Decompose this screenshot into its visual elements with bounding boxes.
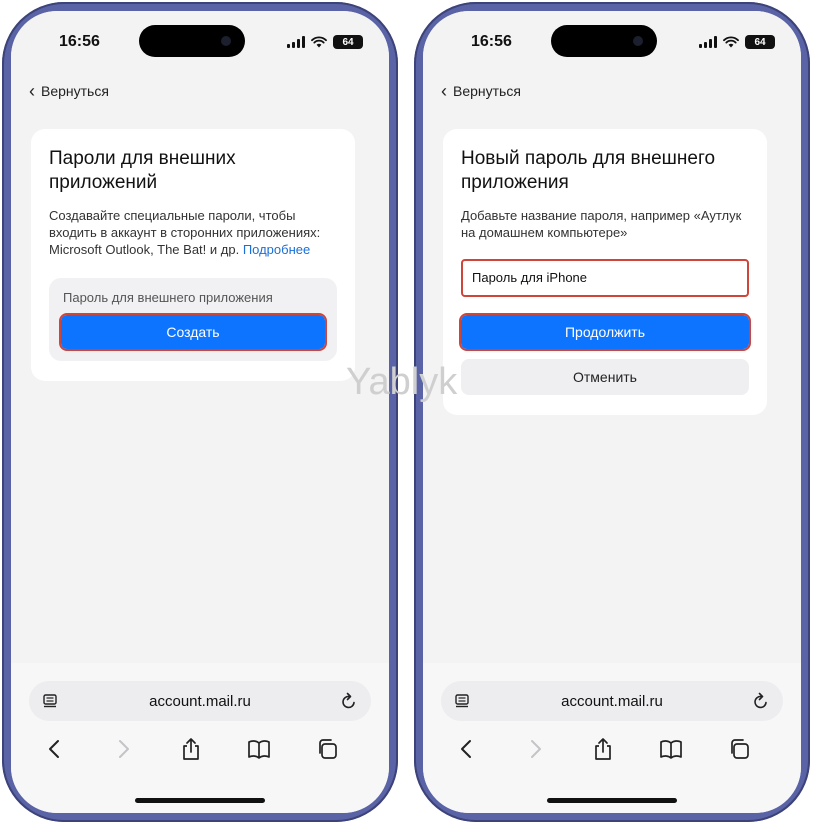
battery-icon: 64: [333, 35, 363, 49]
reader-mode-icon[interactable]: [455, 694, 469, 708]
card-description: Создавайте специальные пароли, чтобы вхо…: [49, 207, 337, 258]
nav-icons: [11, 735, 389, 763]
left-phone: 16:56 64 ‹ Вернуться Пароли для внешних …: [2, 2, 398, 822]
chevron-left-icon: ‹: [29, 81, 35, 101]
home-indicator: [547, 798, 677, 803]
card-description: Добавьте название пароля, например «Аутл…: [461, 208, 742, 240]
status-time: 16:56: [59, 33, 100, 50]
home-indicator: [135, 798, 265, 803]
status-bar: 16:56 64: [423, 11, 801, 69]
dynamic-island: [139, 25, 245, 57]
left-screen: 16:56 64 ‹ Вернуться Пароли для внешних …: [11, 11, 389, 813]
wifi-icon: [723, 36, 739, 48]
nav-icons: [423, 735, 801, 763]
continue-button[interactable]: Продолжить: [459, 313, 751, 351]
bookmarks-icon[interactable]: [657, 735, 685, 763]
back-nav-icon[interactable]: [40, 735, 68, 763]
address-bar[interactable]: account.mail.ru: [29, 681, 371, 721]
cellular-signal-icon: [699, 36, 717, 48]
status-icons: 64: [287, 35, 363, 49]
share-icon[interactable]: [177, 735, 205, 763]
watermark: Yablyk: [346, 361, 458, 403]
address-bar[interactable]: account.mail.ru: [441, 681, 783, 721]
panel-label: Пароль для внешнего приложения: [63, 290, 273, 305]
create-password-panel: Пароль для внешнего приложения Создать: [49, 278, 337, 361]
forward-nav-icon[interactable]: [522, 735, 550, 763]
camera-icon: [633, 36, 643, 46]
status-time: 16:56: [471, 33, 512, 50]
chevron-left-icon: ‹: [441, 81, 447, 101]
back-label: Вернуться: [453, 83, 521, 99]
back-link[interactable]: ‹ Вернуться: [29, 81, 109, 101]
battery-icon: 64: [745, 35, 775, 49]
create-button[interactable]: Создать: [59, 313, 327, 351]
password-name-input[interactable]: Пароль для iPhone: [461, 259, 749, 297]
more-link[interactable]: Подробнее: [243, 242, 310, 257]
bookmarks-icon[interactable]: [245, 735, 273, 763]
reload-icon[interactable]: [341, 692, 357, 710]
forward-nav-icon[interactable]: [110, 735, 138, 763]
back-nav-icon[interactable]: [452, 735, 480, 763]
back-link[interactable]: ‹ Вернуться: [441, 81, 521, 101]
card-title: Пароли для внешних приложений: [49, 148, 236, 193]
safari-toolbar: account.mail.ru: [11, 663, 389, 813]
url-text: account.mail.ru: [149, 692, 251, 710]
safari-toolbar: account.mail.ru: [423, 663, 801, 813]
url-text: account.mail.ru: [561, 692, 663, 710]
dynamic-island: [551, 25, 657, 57]
share-icon[interactable]: [589, 735, 617, 763]
tabs-icon[interactable]: [725, 735, 753, 763]
status-icons: 64: [699, 35, 775, 49]
camera-icon: [221, 36, 231, 46]
app-passwords-card: Пароли для внешних приложений Создавайте…: [31, 129, 355, 381]
back-label: Вернуться: [41, 83, 109, 99]
cellular-signal-icon: [287, 36, 305, 48]
right-screen: 16:56 64 ‹ Вернуться Новый пароль для вн…: [423, 11, 801, 813]
new-password-card: Новый пароль для внешнего приложения Доб…: [443, 129, 767, 415]
status-bar: 16:56 64: [11, 11, 389, 69]
wifi-icon: [311, 36, 327, 48]
card-title: Новый пароль для внешнего приложения: [461, 148, 716, 193]
cancel-button[interactable]: Отменить: [461, 359, 749, 395]
reload-icon[interactable]: [753, 692, 769, 710]
right-phone: 16:56 64 ‹ Вернуться Новый пароль для вн…: [414, 2, 810, 822]
tabs-icon[interactable]: [313, 735, 341, 763]
reader-mode-icon[interactable]: [43, 694, 57, 708]
